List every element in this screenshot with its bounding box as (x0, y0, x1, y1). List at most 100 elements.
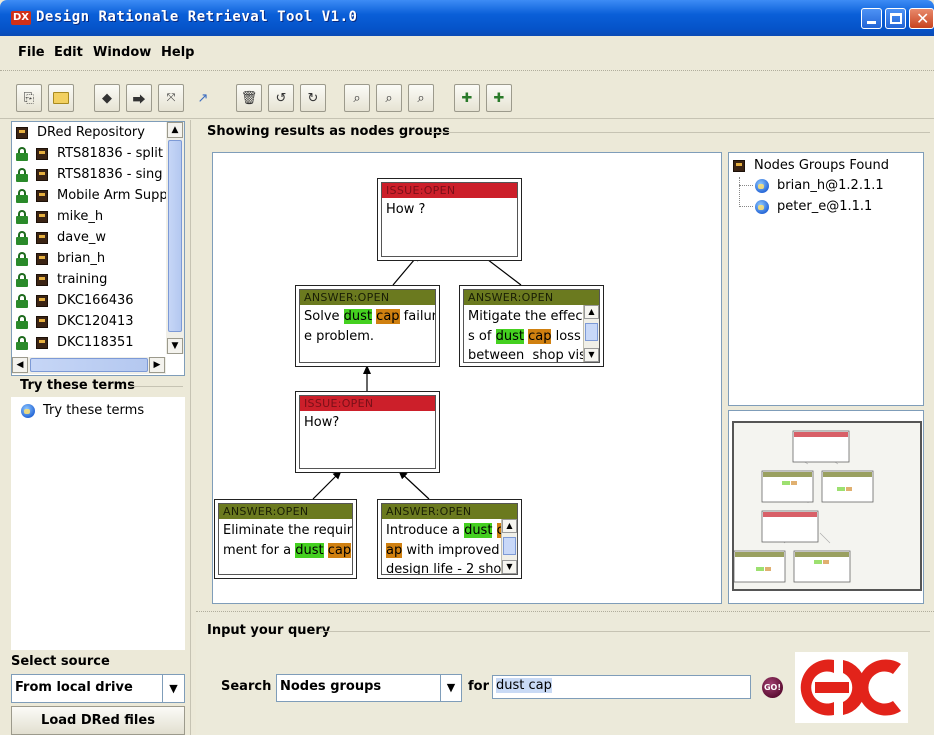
search-type-value: Nodes groups (280, 679, 382, 694)
overview-node (761, 510, 819, 543)
logo-graphic (800, 659, 901, 716)
node-text-line: Eliminate the require (223, 521, 352, 541)
add-node-button[interactable]: ◆ (94, 84, 120, 112)
globe-icon (755, 178, 769, 193)
node-scrollbar[interactable]: ▲ ▼ (583, 305, 599, 362)
load-dred-files-button[interactable]: Load DRed files (11, 706, 185, 735)
tree-item[interactable]: RTS81836 - sing (12, 164, 184, 185)
go-button[interactable]: GO! (762, 677, 783, 698)
groups-root[interactable]: Nodes Groups Found (729, 153, 923, 175)
node-text: Mitigate the effect s of dust cap loss bet… (464, 305, 599, 362)
tree-item[interactable]: training (12, 269, 184, 290)
lock-icon (16, 293, 28, 308)
tree-root[interactable]: DRed Repository (12, 122, 184, 143)
node-text-line: Solve dust cap failur (304, 307, 435, 327)
node-scroll-thumb[interactable] (503, 537, 516, 555)
scroll-down-icon[interactable]: ▼ (584, 348, 599, 362)
query-input-value: dust cap (496, 678, 552, 693)
tree-horizontal-scrollbar[interactable]: ◀ ▶ (12, 357, 166, 374)
scroll-up-icon[interactable]: ▲ (502, 519, 517, 533)
menu-edit[interactable]: Edit (54, 45, 83, 60)
group-item[interactable]: peter_e@1.1.1 (729, 196, 923, 217)
scroll-left-icon[interactable]: ◀ (12, 357, 28, 373)
tree-item-label: mike_h (57, 209, 104, 224)
globe-icon (755, 199, 769, 214)
add-answer-button[interactable]: ✚ (486, 84, 512, 112)
menu-file[interactable]: File (18, 45, 45, 60)
overview-node (793, 550, 851, 583)
expand-button[interactable]: ⤧ (158, 84, 184, 112)
redo-button[interactable]: ↻ (300, 84, 326, 112)
try-terms-item[interactable]: Try these terms (11, 397, 185, 418)
tree-item-label: RTS81836 - sing (57, 167, 163, 182)
answer-node[interactable]: ANSWER:OPEN Eliminate the require ment fo… (214, 499, 357, 579)
group-item[interactable]: brian_h@1.2.1.1 (729, 175, 923, 196)
search-term-highlight: cap (376, 309, 400, 324)
lock-icon (16, 314, 28, 329)
overview-map[interactable] (732, 421, 922, 591)
node-text-line: design life - 2 sho (386, 560, 514, 574)
issue-node[interactable]: ISSUE:OPEN How ? (377, 178, 522, 261)
node-text-segment: with improved (402, 542, 500, 558)
open-button[interactable] (48, 84, 74, 112)
minimize-button[interactable] (861, 8, 882, 29)
node-scrollbar[interactable]: ▲ ▼ (501, 519, 517, 574)
repository-tree[interactable]: DRed Repository RTS81836 - split RTS8183… (11, 121, 185, 376)
tree-item[interactable]: RTS81836 - split (12, 143, 184, 164)
answer-node[interactable]: ANSWER:OPEN Introduce a dust cap with im… (377, 499, 522, 579)
query-input[interactable]: dust cap (492, 675, 751, 699)
tree-item[interactable]: Mobile Arm Supp (12, 185, 184, 206)
menu-help[interactable]: Help (161, 45, 194, 60)
repository-icon (36, 231, 48, 244)
node-text: How ? (382, 198, 517, 220)
tree-item[interactable]: brian_h (12, 248, 184, 269)
tree-item[interactable]: mike_h (12, 206, 184, 227)
tree-vertical-scrollbar[interactable]: ▲ ▼ (166, 122, 184, 354)
graph-canvas[interactable]: ISSUE:OPEN How ? ANSWER:OPEN Solve dust … (212, 152, 722, 604)
chevron-down-icon[interactable]: ▼ (440, 675, 461, 701)
tree-item[interactable]: DKC120413 (12, 311, 184, 332)
maximize-button[interactable] (885, 8, 906, 29)
chevron-down-icon[interactable]: ▼ (162, 675, 184, 702)
copy-button[interactable]: ⎘ (16, 84, 42, 112)
node-text-segment: e problem. (304, 328, 375, 344)
menu-window[interactable]: Window (93, 45, 151, 60)
menu-separator (0, 70, 934, 76)
zoom-out-button[interactable]: ⌕ (408, 84, 434, 112)
tree-item-label: Mobile Arm Supp (57, 188, 168, 203)
try-terms-panel[interactable]: Try these terms (11, 397, 185, 650)
node-text-segment: Eliminate the require (223, 523, 353, 538)
node-text-line: between shop vis (468, 346, 596, 362)
scroll-down-icon[interactable]: ▼ (502, 560, 517, 574)
lock-icon (16, 188, 28, 203)
node-text-segment: Introduce a (386, 523, 465, 538)
tree-item[interactable]: dave_w (12, 227, 184, 248)
answer-node[interactable]: ANSWER:OPEN Mitigate the effect s of dust… (459, 285, 604, 367)
delete-button[interactable]: 🗑 (236, 84, 262, 112)
redo-icon: ↻ (307, 90, 319, 106)
zoom-button[interactable]: ⌕ (344, 84, 370, 112)
add-link-button[interactable]: ⮕ (126, 84, 152, 112)
tree-horizontal-thumb[interactable] (30, 358, 148, 372)
tree-vertical-thumb[interactable] (168, 140, 182, 332)
scroll-down-icon[interactable]: ▼ (167, 338, 183, 354)
answer-node[interactable]: ANSWER:OPEN Solve dust cap failur e probl… (295, 285, 440, 367)
nodes-groups-tree[interactable]: Nodes Groups Found brian_h@1.2.1.1 peter… (728, 152, 924, 406)
undo-button[interactable]: ↺ (268, 84, 294, 112)
close-button[interactable]: ✕ (909, 8, 934, 29)
tree-item[interactable]: DKC118351 (12, 332, 184, 353)
add-issue-button[interactable]: ✚ (454, 84, 480, 112)
repository-icon (36, 336, 48, 349)
issue-node[interactable]: ISSUE:OPEN How? (295, 391, 440, 473)
scroll-right-icon[interactable]: ▶ (149, 357, 165, 373)
node-scroll-thumb[interactable] (585, 323, 598, 341)
node-text-segment: loss (551, 328, 581, 344)
zoom-in-button[interactable]: ⌕ (376, 84, 402, 112)
scroll-up-icon[interactable]: ▲ (167, 122, 183, 138)
arrow-button[interactable]: ↗ (190, 84, 216, 112)
tree-item[interactable]: DKC166436 (12, 290, 184, 311)
app-icon: DX (11, 11, 31, 25)
scroll-up-icon[interactable]: ▲ (584, 305, 599, 319)
node-text-line: How ? (386, 200, 514, 220)
try-terms-item-label: Try these terms (43, 403, 145, 418)
